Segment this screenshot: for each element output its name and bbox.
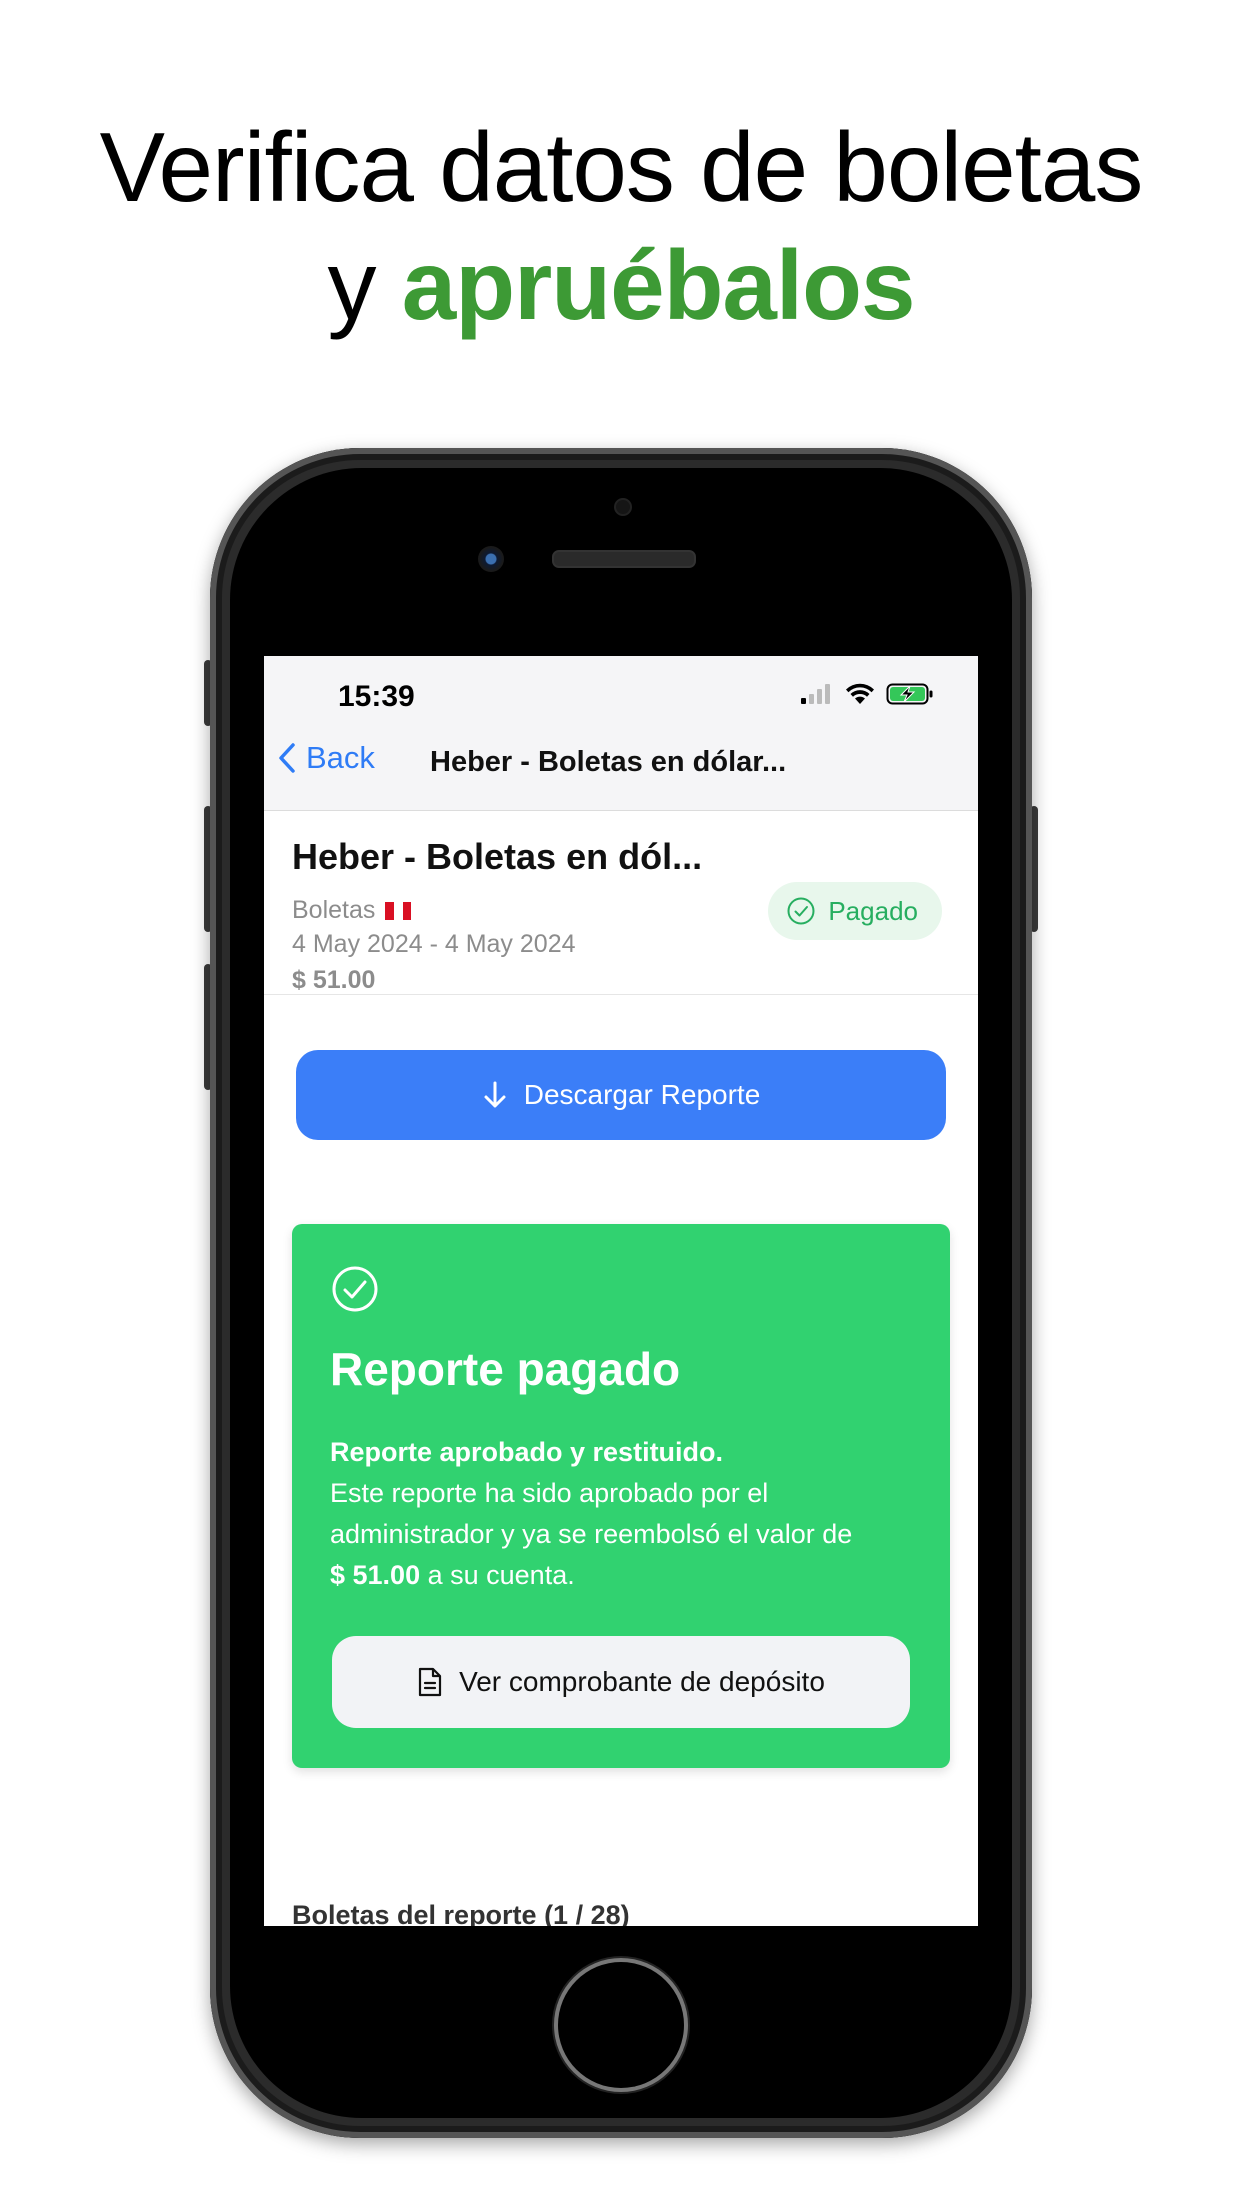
wifi-icon <box>846 683 874 704</box>
phone-screen: 15:39 Back Heber - Boletas en dólar... H… <box>264 656 978 1926</box>
paid-description: Reporte aprobado y restituido. Este repo… <box>330 1432 930 1596</box>
report-amount: $ 51.00 <box>292 966 376 994</box>
report-title: Heber - Boletas en dól... <box>292 836 703 877</box>
paid-title: Reporte pagado <box>330 1343 681 1395</box>
paid-subtitle: Reporte aprobado y restituido. <box>330 1437 724 1467</box>
navigation-bar: Back Heber - Boletas en dólar... <box>264 720 978 811</box>
receipts-section-label: Boletas del reporte (1 / 28) <box>292 1900 630 1926</box>
headline-accent: apruébalos <box>401 230 916 340</box>
report-category: Boletas <box>292 896 412 925</box>
paid-amount: $ 51.00 <box>330 1560 421 1590</box>
front-camera-icon <box>478 546 504 572</box>
proximity-sensor <box>614 498 632 516</box>
status-badge: Pagado <box>768 882 942 940</box>
check-circle-icon <box>332 1266 378 1312</box>
report-header: Heber - Boletas en dól... Boletas 4 May … <box>264 812 978 995</box>
status-time: 15:39 <box>338 680 415 713</box>
report-dates: 4 May 2024 - 4 May 2024 <box>292 930 576 958</box>
headline-line-1: Verifica datos de boletas <box>99 112 1144 222</box>
chevron-left-icon <box>279 743 295 773</box>
paid-body-suffix: a su cuenta. <box>427 1560 575 1590</box>
peru-flag-icon <box>385 901 412 920</box>
headline-prefix: y <box>327 230 376 340</box>
document-icon <box>418 1667 442 1697</box>
report-category-label: Boletas <box>292 896 376 924</box>
view-receipt-label: Ver comprobante de depósito <box>459 1666 825 1697</box>
nav-title: Heber - Boletas en dólar... <box>430 746 787 778</box>
battery-charging-icon <box>886 683 933 705</box>
download-report-button[interactable]: Descargar Reporte <box>296 1050 946 1140</box>
headline: Verifica datos de boletas y apruébalos <box>0 108 1242 344</box>
home-button[interactable] <box>558 1962 684 2088</box>
paid-body-text: Este reporte ha sido aprobado por el adm… <box>330 1478 853 1549</box>
view-receipt-button[interactable]: Ver comprobante de depósito <box>332 1636 910 1728</box>
earpiece-speaker <box>552 550 696 568</box>
arrow-down-icon <box>484 1081 506 1108</box>
status-bar: 15:39 <box>264 656 978 720</box>
back-label: Back <box>306 740 375 775</box>
check-circle-icon <box>787 897 815 925</box>
headline-line-2: y apruébalos <box>0 226 1242 344</box>
cellular-signal-icon <box>801 684 830 704</box>
download-report-label: Descargar Reporte <box>523 1079 761 1110</box>
status-badge-label: Pagado <box>828 895 918 926</box>
status-icons <box>800 682 934 706</box>
back-button[interactable]: Back <box>278 740 375 776</box>
paid-report-card: Reporte pagado Reporte aprobado y restit… <box>292 1224 950 1768</box>
